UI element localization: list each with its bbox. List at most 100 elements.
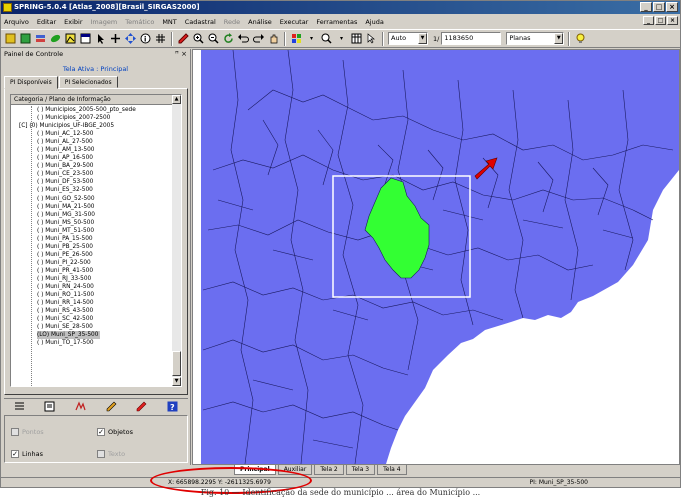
menu-executar[interactable]: Executar [280,18,309,26]
menu-cadastral[interactable]: Cadastral [185,18,216,26]
scale-input[interactable]: 1183650 [441,32,502,45]
tree-item[interactable]: ( ) Muni_AL_27-500 [11,138,173,146]
maximize-button[interactable]: □ [653,2,665,12]
redo-icon[interactable] [252,32,265,45]
list-icon[interactable] [13,401,25,413]
layers-icon[interactable] [34,32,47,45]
help-bulb-icon[interactable] [574,32,587,45]
tree-item[interactable]: ( ) Muni_RS_43-500 [11,307,173,315]
menu-arquivo[interactable]: Arquivo [4,18,29,26]
menu-ajuda[interactable]: Ajuda [365,18,383,26]
tab-tela-3[interactable]: Tela 3 [345,465,376,475]
chevron-down-icon[interactable]: ▼ [418,33,427,44]
select-arrow-icon[interactable] [365,32,378,45]
search-icon[interactable] [320,32,333,45]
panel-close-icon[interactable]: ꟸ × [175,49,187,60]
chevron-down-icon[interactable]: ▾ [335,32,348,45]
checkbox-box[interactable] [11,428,19,436]
map-svg[interactable] [193,49,679,465]
pan-icon[interactable] [124,32,137,45]
tree-item[interactable]: ( ) Muni_DF_53-500 [11,178,173,186]
edit-icon[interactable] [105,401,117,413]
objetos-checkbox[interactable]: ✓ Objetos [97,428,133,436]
tab-tela-4[interactable]: Tela 4 [377,465,407,475]
tree-item[interactable]: ( ) Muni_MA_21-500 [11,203,173,211]
tree-item[interactable]: ( ) Muni_PB_25-500 [11,243,173,251]
help-icon[interactable]: ? [167,401,179,413]
tree-item[interactable]: ( ) Muni_ES_32-500 [11,186,173,194]
tree-item[interactable]: ( ) Muni_PI_22-500 [11,259,173,267]
texto-checkbox[interactable]: Texto [97,450,125,458]
palette-icon[interactable] [290,32,303,45]
mdi-minimize-button[interactable]: _ [643,16,654,25]
grid-icon[interactable] [154,32,167,45]
view-select[interactable]: Planas ▼ [506,32,565,45]
mdi-restore-button[interactable]: □ [655,16,666,25]
scroll-down-button[interactable]: ▼ [172,377,181,386]
tree-item[interactable]: ( ) Muni_AC_12-500 [11,130,173,138]
visual-icon[interactable] [75,401,87,413]
tree-item[interactable]: ( ) Muni_PE_26-500 [11,251,173,259]
minimize-button[interactable]: _ [640,2,652,12]
tree-item[interactable]: [C] (0) Municipios_UF-IBGE_2005 [11,122,173,130]
menu-analise[interactable]: Análise [248,18,272,26]
cursor-icon[interactable] [94,32,107,45]
crosshair-icon[interactable] [109,32,122,45]
tree-item[interactable]: ( ) Muni_PA_15-500 [11,235,173,243]
zoom-out-icon[interactable] [207,32,220,45]
tree-item[interactable]: ( ) Muni_PR_41-500 [11,267,173,275]
checkbox-box[interactable]: ✓ [11,450,19,458]
tree-scrollbar[interactable]: ▲ ▼ [172,95,181,386]
tree-item[interactable]: ( ) Muni_RJ_33-500 [11,275,173,283]
mode-select[interactable]: Auto ▼ [388,32,428,45]
tab-pi-selecionados[interactable]: PI Selecionados [58,76,118,88]
tree-item[interactable]: ( ) Muni_BA_29-500 [11,162,173,170]
tree-item[interactable]: ( ) Muni_GO_52-500 [11,195,173,203]
draw-display-icon[interactable] [64,32,77,45]
menu-imagem[interactable]: Imagem [91,18,118,26]
database-icon[interactable] [4,32,17,45]
menu-mnt[interactable]: MNT [162,18,176,26]
undo-icon[interactable] [237,32,250,45]
map-canvas[interactable] [192,49,680,465]
tree-item[interactable]: ( ) Muni_CE_23-500 [11,170,173,178]
tree-item[interactable]: ( ) Muni_RR_14-500 [11,299,173,307]
menu-editar[interactable]: Editar [37,18,56,26]
tree-item[interactable]: ( ) Muni_SE_28-500 [11,323,173,331]
chevron-down-icon[interactable]: ▾ [305,32,318,45]
tree-item[interactable]: ( ) Muni_TO_17-500 [11,339,173,347]
tree-item[interactable]: ( ) Muni_AP_16-500 [11,154,173,162]
scroll-up-button[interactable]: ▲ [172,95,181,104]
scroll-thumb[interactable] [172,351,181,376]
linhas-checkbox[interactable]: ✓ Linhas [11,450,43,458]
tab-pi-disponiveis[interactable]: PI Disponíveis [4,76,58,89]
menu-rede[interactable]: Rede [224,18,240,26]
refresh-icon[interactable] [222,32,235,45]
window-icon[interactable] [79,32,92,45]
pencil-icon[interactable] [177,32,190,45]
tree-item[interactable]: ( ) Muni_RN_24-500 [11,283,173,291]
properties-icon[interactable] [44,401,56,413]
hand-icon[interactable] [267,32,280,45]
mdi-close-button[interactable]: × [667,16,678,25]
tree-item[interactable]: ( ) Municipios_2007-2500 [11,114,173,122]
menu-ferramentas[interactable]: Ferramentas [316,18,357,26]
checkbox-box[interactable]: ✓ [97,428,105,436]
tree-item[interactable]: ( ) Municipios_2005-500_pto_sede [11,106,173,114]
tree-item[interactable]: ( ) Muni_MG_31-500 [11,211,173,219]
tree-item[interactable]: ( ) Muni_MS_50-500 [11,219,173,227]
tree-item[interactable]: (LO) Muni_SP_35-500 [11,331,173,340]
project-icon[interactable] [19,32,32,45]
menu-exibir[interactable]: Exibir [64,18,82,26]
tree-item[interactable]: ( ) Muni_SC_42-500 [11,315,173,323]
checkbox-box[interactable] [97,450,105,458]
tree-item[interactable]: ( ) Muni_AM_13-500 [11,146,173,154]
tree-item[interactable]: ( ) Muni_RO_11-500 [11,291,173,299]
tree-item[interactable]: ( ) Muni_MT_51-500 [11,227,173,235]
tab-tela-2[interactable]: Tela 2 [314,465,344,475]
table-icon[interactable] [350,32,363,45]
pontos-checkbox[interactable]: Pontos [11,428,44,436]
leaf-icon[interactable] [49,32,62,45]
menu-tematico[interactable]: Temático [125,18,154,26]
tree-header[interactable]: Categoria / Plano de Informação [11,95,173,105]
